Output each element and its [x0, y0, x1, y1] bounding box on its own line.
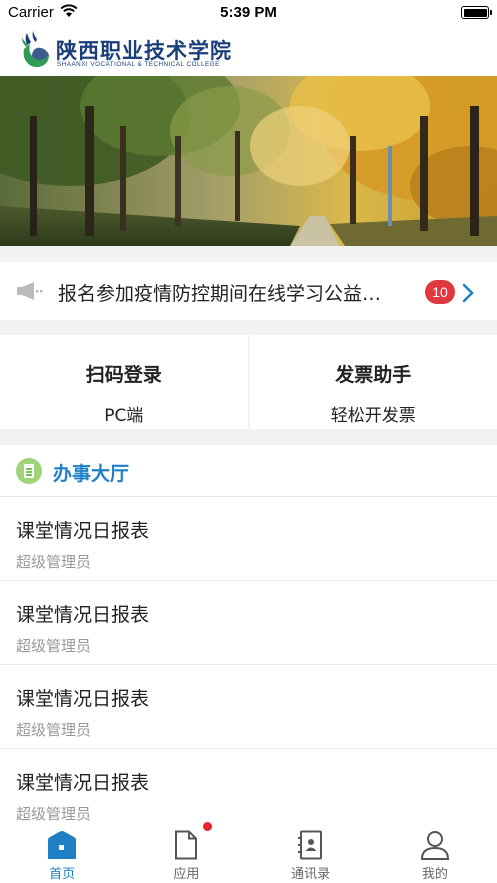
tab-label: 我的: [421, 867, 448, 882]
document-icon: [175, 830, 198, 860]
list-item-subtitle: 超级管理员: [16, 553, 92, 571]
college-name-en: SHAANXI VOCATIONAL & TECHNICAL COLLEGE: [57, 61, 220, 68]
contacts-icon: [297, 830, 322, 860]
new-badge-dot: [203, 822, 213, 831]
tab-home[interactable]: 首页: [0, 825, 124, 883]
college-logo-icon: [22, 31, 49, 67]
list-item-subtitle: 超级管理员: [16, 805, 92, 823]
list-item-title: 课堂情况日报表: [16, 604, 150, 626]
list-item-title: 课堂情况日报表: [16, 520, 150, 542]
campus-banner-image[interactable]: [0, 76, 497, 246]
scan-login-tile[interactable]: 扫码登录 PC端: [0, 335, 248, 429]
notice-bar[interactable]: 报名参加疫情防控期间在线学习公益… 10: [0, 262, 497, 320]
megaphone-icon: [17, 282, 43, 300]
tab-profile[interactable]: 我的: [373, 825, 497, 883]
tab-contacts[interactable]: 通讯录: [249, 825, 373, 883]
tile-title: 扫码登录: [85, 364, 162, 386]
tile-subtitle: PC端: [104, 406, 144, 426]
notice-count-badge: 10: [425, 280, 455, 304]
chevron-right-icon[interactable]: [462, 283, 474, 303]
list-item-subtitle: 超级管理员: [16, 637, 92, 655]
list-item[interactable]: 课堂情况日报表 超级管理员: [0, 749, 497, 825]
service-hall-header: 办事大厅: [0, 445, 497, 497]
list-item-title: 课堂情况日报表: [16, 772, 150, 794]
notice-text[interactable]: 报名参加疫情防控期间在线学习公益…: [58, 279, 413, 306]
status-time: 5:39 PM: [220, 4, 277, 21]
list-item[interactable]: 课堂情况日报表 超级管理员: [0, 497, 497, 581]
list-item-title: 课堂情况日报表: [16, 688, 150, 710]
bottom-tab-bar: 首页 应用 通讯录 我的: [0, 822, 497, 883]
quick-actions: 扫码登录 PC端 发票助手 轻松开发票: [0, 335, 497, 429]
list-item-subtitle: 超级管理员: [16, 721, 92, 739]
tile-subtitle: 轻松开发票: [330, 406, 416, 426]
list-item[interactable]: 课堂情况日报表 超级管理员: [0, 665, 497, 749]
service-hall-title: 办事大厅: [53, 463, 130, 485]
tile-title: 发票助手: [335, 364, 412, 386]
tab-apps[interactable]: 应用: [124, 822, 248, 883]
tab-label: 通讯录: [291, 867, 331, 882]
service-hall: 办事大厅 课堂情况日报表 超级管理员 课堂情况日报表 超级管理员 课堂情况日报表…: [0, 445, 497, 825]
home-icon: [48, 831, 77, 859]
app-header: 陕西职业技术学院 SHAANXI VOCATIONAL & TECHNICAL …: [0, 26, 497, 76]
person-icon: [420, 831, 449, 860]
list-item[interactable]: 课堂情况日报表 超级管理员: [0, 581, 497, 665]
status-bar: Carrier 5:39 PM: [0, 0, 497, 26]
battery-icon: [461, 6, 492, 19]
tab-label: 应用: [173, 867, 200, 882]
document-list-icon: [16, 458, 42, 484]
tab-label: 首页: [49, 867, 76, 882]
invoice-helper-tile[interactable]: 发票助手 轻松开发票: [249, 335, 497, 429]
